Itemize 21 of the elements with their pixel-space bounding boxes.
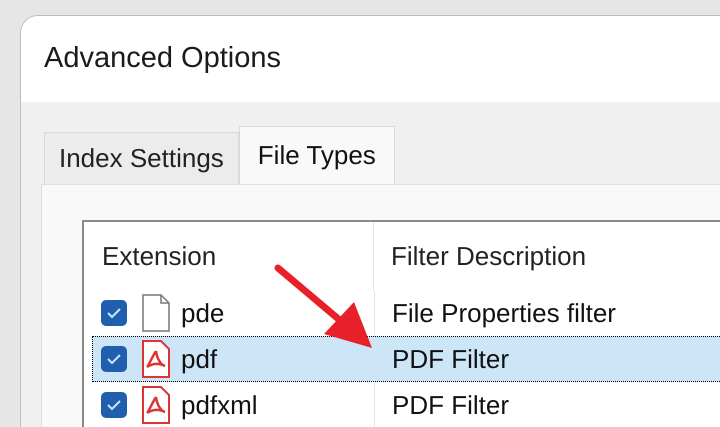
checkbox[interactable] — [101, 300, 127, 326]
description-text: PDF Filter — [391, 388, 509, 422]
tab[interactable]: Index Settings — [44, 132, 239, 184]
column-header[interactable]: Extension — [84, 222, 374, 290]
table-row[interactable]: pdfxml PDF Filter — [92, 382, 720, 427]
pdf-file-icon — [141, 339, 171, 379]
extension-text: pde — [181, 296, 224, 330]
checkmark-icon — [106, 353, 122, 365]
checkbox[interactable] — [101, 346, 127, 372]
file-icon — [141, 293, 171, 333]
extension-text: pdf — [181, 342, 218, 376]
checkbox[interactable] — [101, 392, 127, 418]
tab[interactable]: File Types — [238, 126, 395, 184]
checkmark-icon — [106, 399, 122, 411]
checkmark-icon — [106, 307, 122, 319]
description-text: File Properties filter — [391, 296, 616, 330]
window-title: Advanced Options — [44, 41, 281, 76]
extension-text: pdfxml — [181, 388, 258, 422]
table-row[interactable]: pdf PDF Filter — [92, 336, 720, 382]
description-text: PDF Filter — [391, 342, 509, 376]
column-header[interactable]: Filter Description — [374, 236, 586, 276]
